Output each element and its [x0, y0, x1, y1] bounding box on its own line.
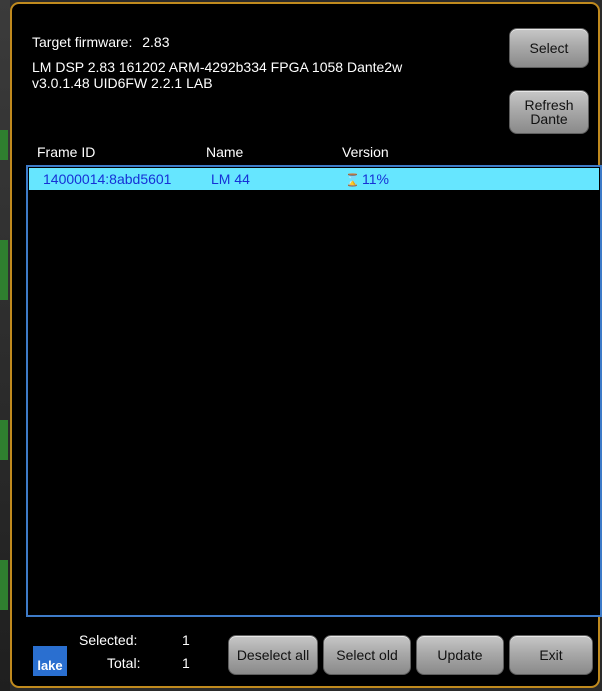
frame-id-cell: 14000014:8abd5601 [43, 171, 172, 187]
table-row[interactable]: 14000014:8abd5601 LM 44 ⌛ 11% [29, 168, 599, 190]
select-old-button[interactable]: Select old [323, 635, 411, 675]
total-label: Total: [107, 655, 141, 671]
update-button[interactable]: Update [416, 635, 504, 675]
firmware-details-line2: v3.0.1.48 UID6FW 2.2.1 LAB [32, 75, 213, 91]
edge-accent [0, 420, 8, 460]
target-firmware-label: Target firmware: [32, 34, 133, 50]
column-header-frame-id[interactable]: Frame ID [37, 144, 95, 160]
edge-accent [0, 240, 8, 300]
select-button[interactable]: Select [509, 28, 589, 68]
selected-count: 1 [182, 632, 190, 648]
refresh-dante-label-1: Refresh [524, 97, 574, 113]
edge-accent [0, 560, 8, 610]
version-progress-text: 11% [361, 171, 389, 187]
edge-accent [0, 130, 8, 160]
refresh-dante-button[interactable]: Refresh Dante [509, 90, 589, 134]
hourglass-icon: ⌛ [345, 173, 360, 187]
version-cell: ⌛ 11% [345, 171, 389, 187]
firmware-details-line1: LM DSP 2.83 161202 ARM-4292b334 FPGA 105… [32, 59, 403, 75]
total-count: 1 [182, 655, 190, 671]
deselect-all-button[interactable]: Deselect all [228, 635, 318, 675]
target-firmware-value: 2.83 [142, 34, 170, 50]
name-cell: LM 44 [211, 171, 250, 187]
firmware-update-dialog: Target firmware: 2.83 LM DSP 2.83 161202… [10, 2, 602, 688]
refresh-dante-label-2: Dante [530, 111, 568, 127]
column-header-name[interactable]: Name [206, 144, 243, 160]
selected-label: Selected: [79, 632, 138, 648]
target-firmware: Target firmware: 2.83 [32, 34, 170, 50]
background-edge [0, 0, 10, 691]
device-list[interactable]: 14000014:8abd5601 LM 44 ⌛ 11% [26, 165, 602, 617]
exit-button[interactable]: Exit [509, 635, 593, 675]
lake-logo: lake [33, 646, 67, 676]
column-header-version[interactable]: Version [342, 144, 389, 160]
